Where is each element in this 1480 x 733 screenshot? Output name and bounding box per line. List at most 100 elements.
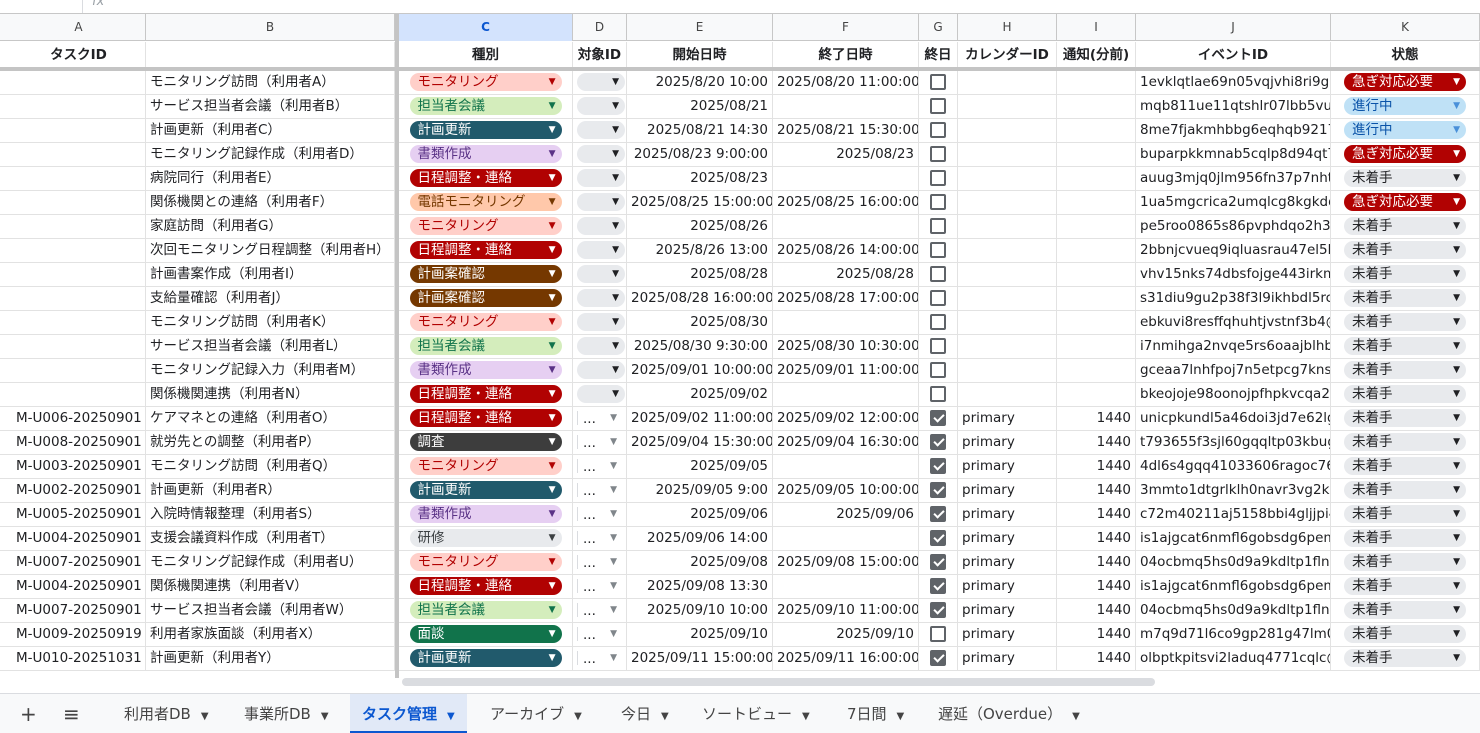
all-day-checkbox[interactable] [930,242,946,258]
column-header-e[interactable]: E [627,14,773,41]
sheet-tab-menu-icon[interactable]: ▼ [321,711,329,722]
start-datetime-cell[interactable]: 2025/09/10 [627,623,773,647]
status-cell[interactable]: 未着手 ▼ [1331,551,1480,575]
event-id-cell[interactable]: 8me7fjakmhbbg6eqhqb9217 [1136,119,1331,143]
calendar-id-cell[interactable]: primary [958,647,1057,671]
header-cell-g[interactable]: 終日 [919,42,958,68]
horizontal-scrollbar[interactable] [402,678,1155,686]
target-id-dropdown[interactable]: ▼ [577,97,625,115]
sheet-tab-menu-icon[interactable]: ▼ [661,711,669,722]
status-cell[interactable]: 未着手 ▼ [1331,431,1480,455]
target-id-dropdown[interactable]: ▼ [577,361,625,379]
task-name-cell[interactable]: 計画更新（利用者C） [146,119,395,143]
all-day-checkbox[interactable] [930,554,946,570]
type-cell[interactable]: 日程調整・連絡 ▼ [399,575,573,599]
notify-minutes-cell[interactable] [1057,71,1136,95]
target-id-cell[interactable]: ... ▼ [573,551,627,575]
calendar-id-cell[interactable] [958,167,1057,191]
status-cell[interactable]: 進行中 ▼ [1331,119,1480,143]
target-id-dropdown[interactable]: ▼ [577,265,625,283]
type-chip[interactable]: 日程調整・連絡 ▼ [409,385,562,403]
event-id-cell[interactable]: unicpkundl5a46doi3jd7e62lg [1136,407,1331,431]
status-cell[interactable]: 未着手 ▼ [1331,239,1480,263]
all-day-cell[interactable] [919,359,958,383]
calendar-id-cell[interactable] [958,143,1057,167]
end-datetime-cell[interactable] [773,383,919,407]
task-name-cell[interactable]: 関係機関との連絡（利用者F） [146,191,395,215]
end-datetime-cell[interactable] [773,311,919,335]
status-cell[interactable]: 未着手 ▼ [1331,407,1480,431]
end-datetime-cell[interactable]: 2025/08/26 14:00:00 [773,239,919,263]
target-id-cell[interactable]: ▼ [573,263,627,287]
status-chip[interactable]: 急ぎ対応必要 ▼ [1344,73,1466,91]
status-chip[interactable]: 未着手 ▼ [1344,313,1466,331]
notify-minutes-cell[interactable]: 1440 [1057,647,1136,671]
task-name-cell[interactable]: モニタリング訪問（利用者A） [146,71,395,95]
task-name-cell[interactable]: サービス担当者会議（利用者B） [146,95,395,119]
all-day-checkbox[interactable] [930,434,946,450]
all-day-cell[interactable] [919,431,958,455]
event-id-cell[interactable]: c72m40211aj5158bbi4gljjpi4( [1136,503,1331,527]
task-name-cell[interactable]: 家庭訪問（利用者G） [146,215,395,239]
start-datetime-cell[interactable]: 2025/08/23 [627,167,773,191]
add-sheet-icon[interactable]: + [20,702,37,726]
status-chip[interactable]: 未着手 ▼ [1344,385,1466,403]
status-cell[interactable]: 未着手 ▼ [1331,479,1480,503]
notify-minutes-cell[interactable] [1057,311,1136,335]
task-id-cell[interactable]: M-U006-20250901 [12,407,146,431]
all-day-checkbox[interactable] [930,194,946,210]
target-id-dropdown[interactable]: ▼ [577,337,625,355]
all-day-checkbox[interactable] [930,314,946,330]
type-chip[interactable]: 調査 ▼ [409,433,562,451]
freeze-row-divider[interactable] [0,67,1480,71]
status-chip[interactable]: 進行中 ▼ [1344,121,1466,139]
type-chip[interactable]: 日程調整・連絡 ▼ [409,577,562,595]
column-header-i[interactable]: I [1057,14,1136,41]
calendar-id-cell[interactable] [958,95,1057,119]
all-day-cell[interactable] [919,455,958,479]
type-cell[interactable]: 日程調整・連絡 ▼ [399,407,573,431]
target-id-dropdown[interactable]: ... ▼ [577,457,625,475]
all-day-checkbox[interactable] [930,410,946,426]
all-day-cell[interactable] [919,599,958,623]
all-day-cell[interactable] [919,335,958,359]
status-cell[interactable]: 未着手 ▼ [1331,359,1480,383]
end-datetime-cell[interactable]: 2025/09/11 16:00:00 [773,647,919,671]
task-name-cell[interactable]: モニタリング訪問（利用者Q） [146,455,395,479]
all-day-checkbox[interactable] [930,122,946,138]
end-datetime-cell[interactable]: 2025/09/04 16:30:00 [773,431,919,455]
sheet-tab-3[interactable]: タスク管理 ▼ [350,694,467,733]
all-day-checkbox[interactable] [930,626,946,642]
type-cell[interactable]: 日程調整・連絡 ▼ [399,239,573,263]
type-chip[interactable]: モニタリング ▼ [409,457,562,475]
task-id-cell[interactable] [12,383,146,407]
type-cell[interactable]: モニタリング ▼ [399,311,573,335]
all-day-cell[interactable] [919,71,958,95]
type-chip[interactable]: 書類作成 ▼ [409,505,562,523]
status-chip[interactable]: 未着手 ▼ [1344,577,1466,595]
target-id-cell[interactable]: ... ▼ [573,599,627,623]
event-id-cell[interactable]: is1ajgcat6nmfl6gobsdg6pem [1136,575,1331,599]
all-day-cell[interactable] [919,383,958,407]
header-cell-e[interactable]: 開始日時 [627,42,773,68]
target-id-cell[interactable]: ▼ [573,311,627,335]
all-day-checkbox[interactable] [930,74,946,90]
target-id-dropdown[interactable]: ... ▼ [577,529,625,547]
type-chip[interactable]: モニタリング ▼ [409,73,562,91]
end-datetime-cell[interactable]: 2025/08/28 17:00:00 [773,287,919,311]
status-chip[interactable]: 未着手 ▼ [1344,337,1466,355]
type-cell[interactable]: 日程調整・連絡 ▼ [399,383,573,407]
column-header-h[interactable]: H [958,14,1057,41]
calendar-id-cell[interactable]: primary [958,599,1057,623]
target-id-dropdown[interactable]: ... ▼ [577,481,625,499]
end-datetime-cell[interactable]: 2025/08/21 15:30:00 [773,119,919,143]
type-cell[interactable]: 計画更新 ▼ [399,647,573,671]
calendar-id-cell[interactable]: primary [958,479,1057,503]
notify-minutes-cell[interactable] [1057,383,1136,407]
event-id-cell[interactable]: 3mmto1dtgrlklh0navr3vg2k58 [1136,479,1331,503]
status-cell[interactable]: 未着手 ▼ [1331,263,1480,287]
start-datetime-cell[interactable]: 2025/08/28 16:00:00 [627,287,773,311]
status-cell[interactable]: 未着手 ▼ [1331,455,1480,479]
sheet-tab-menu-icon[interactable]: ▼ [574,711,582,722]
calendar-id-cell[interactable] [958,239,1057,263]
